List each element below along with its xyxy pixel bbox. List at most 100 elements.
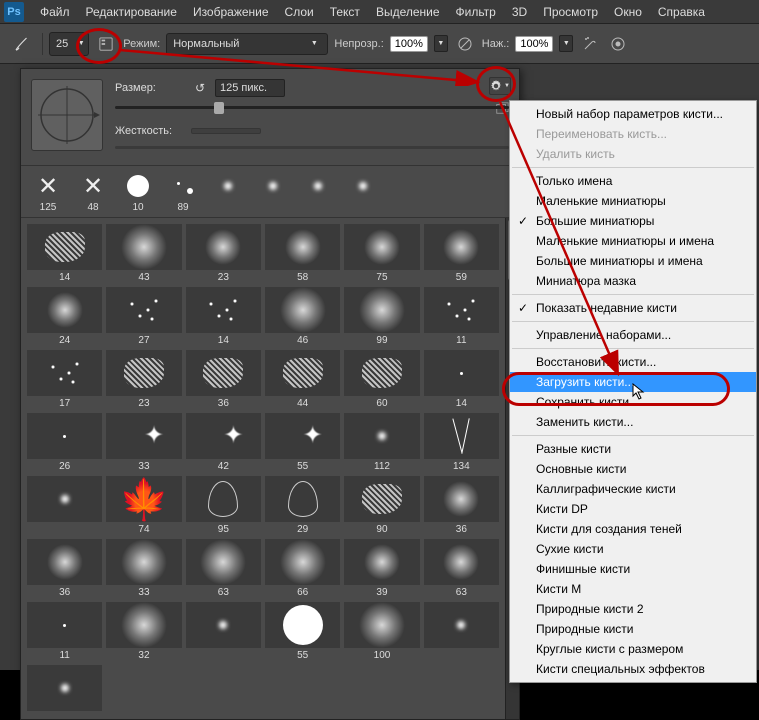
menu-item[interactable]: Восстановить кисти... bbox=[510, 352, 756, 372]
brush-preset[interactable] bbox=[297, 170, 339, 213]
menu-item[interactable]: Окно bbox=[606, 5, 650, 19]
brush-preset[interactable]: 23 bbox=[106, 350, 181, 409]
brush-preset[interactable]: 24 bbox=[27, 287, 102, 346]
menu-item[interactable]: Редактирование bbox=[78, 5, 185, 19]
menu-item[interactable]: Маленькие миниатюры bbox=[510, 191, 756, 211]
opacity-input[interactable]: 100% bbox=[390, 36, 428, 52]
brush-preset[interactable]: 39 bbox=[344, 539, 419, 598]
menu-item[interactable]: Просмотр bbox=[535, 5, 606, 19]
brush-preset[interactable]: 10 bbox=[117, 170, 159, 213]
brush-preset[interactable]: 95 bbox=[186, 476, 261, 535]
brush-preset[interactable]: 29 bbox=[265, 476, 340, 535]
pressure-opacity-icon[interactable] bbox=[454, 33, 476, 55]
menu-item[interactable]: Текст bbox=[322, 5, 368, 19]
brush-preset[interactable]: 99 bbox=[344, 287, 419, 346]
brush-preset[interactable] bbox=[424, 602, 499, 661]
brush-preset[interactable] bbox=[27, 665, 102, 713]
brush-preset[interactable]: 75 bbox=[344, 224, 419, 283]
brush-preset[interactable] bbox=[207, 170, 249, 213]
menu-item[interactable]: Слои bbox=[277, 5, 322, 19]
brush-preset[interactable]: 60 bbox=[344, 350, 419, 409]
brush-tip-preview[interactable] bbox=[31, 79, 103, 151]
menu-item[interactable]: Показать недавние кисти bbox=[510, 298, 756, 318]
brush-preset[interactable]: 14 bbox=[424, 350, 499, 409]
menu-item[interactable]: Кисти специальных эффектов bbox=[510, 659, 756, 679]
menu-item[interactable]: Природные кисти 2 bbox=[510, 599, 756, 619]
brush-preset[interactable]: 33 bbox=[106, 413, 181, 472]
brush-size-control[interactable]: 25 ▼ bbox=[49, 32, 89, 56]
flow-input[interactable]: 100% bbox=[515, 36, 553, 52]
menu-item[interactable]: Изображение bbox=[185, 5, 277, 19]
menu-item[interactable]: Финишные кисти bbox=[510, 559, 756, 579]
brush-preset[interactable] bbox=[186, 602, 261, 661]
chevron-down-icon[interactable]: ▼ bbox=[434, 35, 448, 52]
brush-preset[interactable]: 23 bbox=[186, 224, 261, 283]
brush-preset[interactable]: 11 bbox=[424, 287, 499, 346]
menu-item[interactable]: Круглые кисти с размером bbox=[510, 639, 756, 659]
brush-preset[interactable]: 58 bbox=[265, 224, 340, 283]
brush-preset[interactable]: 36 bbox=[186, 350, 261, 409]
menu-item[interactable]: Основные кисти bbox=[510, 459, 756, 479]
brush-preset[interactable]: 36 bbox=[424, 476, 499, 535]
brush-preset[interactable]: 134 bbox=[424, 413, 499, 472]
brush-preset[interactable]: ✕48 bbox=[72, 170, 114, 213]
brush-preset[interactable]: 59 bbox=[424, 224, 499, 283]
menu-item[interactable]: Разные кисти bbox=[510, 439, 756, 459]
reset-size-icon[interactable]: ↺ bbox=[191, 79, 209, 97]
brush-preset[interactable]: 100 bbox=[344, 602, 419, 661]
brush-tool-icon[interactable] bbox=[8, 30, 36, 58]
menu-item[interactable]: 3D bbox=[504, 5, 535, 19]
brush-preset[interactable]: 36 bbox=[27, 539, 102, 598]
menu-item[interactable]: Кисти DP bbox=[510, 499, 756, 519]
gear-icon[interactable]: ▼ bbox=[489, 77, 511, 95]
menu-item[interactable]: Сухие кисти bbox=[510, 539, 756, 559]
menu-item[interactable]: Кисти для создания теней bbox=[510, 519, 756, 539]
brush-preset[interactable]: 14 bbox=[186, 287, 261, 346]
brush-preset[interactable]: 63 bbox=[424, 539, 499, 598]
chevron-down-icon[interactable]: ▼ bbox=[559, 35, 573, 52]
menu-item[interactable]: Справка bbox=[650, 5, 713, 19]
airbrush-icon[interactable] bbox=[579, 33, 601, 55]
brush-preset[interactable]: ✕125 bbox=[27, 170, 69, 213]
pressure-size-icon[interactable] bbox=[607, 33, 629, 55]
brush-preset[interactable]: 44 bbox=[265, 350, 340, 409]
menu-item[interactable]: Только имена bbox=[510, 171, 756, 191]
brush-preset[interactable]: 17 bbox=[27, 350, 102, 409]
menu-item[interactable]: Фильтр bbox=[448, 5, 504, 19]
brush-preset[interactable] bbox=[342, 170, 384, 213]
brush-preset[interactable]: 14 bbox=[27, 224, 102, 283]
menu-item[interactable]: Большие миниатюры и имена bbox=[510, 251, 756, 271]
menu-item[interactable]: Природные кисти bbox=[510, 619, 756, 639]
menu-item[interactable]: Новый набор параметров кисти... bbox=[510, 104, 756, 124]
brush-preset[interactable]: 33 bbox=[106, 539, 181, 598]
brush-preset[interactable]: 46 bbox=[265, 287, 340, 346]
menu-item[interactable]: Большие миниатюры bbox=[510, 211, 756, 231]
brush-panel-toggle[interactable] bbox=[95, 33, 117, 55]
menu-item[interactable]: Файл bbox=[32, 5, 78, 19]
brush-preset[interactable] bbox=[252, 170, 294, 213]
brush-preset[interactable]: 43 bbox=[106, 224, 181, 283]
size-input[interactable]: 125 пикс. bbox=[215, 79, 285, 97]
size-slider[interactable] bbox=[115, 101, 509, 115]
hardness-input[interactable] bbox=[191, 128, 261, 134]
menu-item[interactable]: Кисти М bbox=[510, 579, 756, 599]
brush-preset[interactable]: 66 bbox=[265, 539, 340, 598]
menu-item[interactable]: Выделение bbox=[368, 5, 448, 19]
blend-mode-select[interactable]: Нормальный ▼ bbox=[166, 33, 328, 55]
brush-preset[interactable]: 26 bbox=[27, 413, 102, 472]
menu-item[interactable]: Управление наборами... bbox=[510, 325, 756, 345]
brush-preset[interactable] bbox=[27, 476, 102, 535]
brush-preset[interactable]: 32 bbox=[106, 602, 181, 661]
brush-preset[interactable]: 89 bbox=[162, 170, 204, 213]
brush-preset[interactable]: 27 bbox=[106, 287, 181, 346]
brush-preset[interactable]: 55 bbox=[265, 602, 340, 661]
menu-item[interactable]: Миниатюра мазка bbox=[510, 271, 756, 291]
menu-item[interactable]: Каллиграфические кисти bbox=[510, 479, 756, 499]
hardness-slider[interactable] bbox=[115, 141, 509, 155]
brush-preset[interactable]: 55 bbox=[265, 413, 340, 472]
brush-preset[interactable]: 42 bbox=[186, 413, 261, 472]
brush-preset[interactable]: 112 bbox=[344, 413, 419, 472]
menu-item[interactable]: Заменить кисти... bbox=[510, 412, 756, 432]
brush-preset[interactable]: 90 bbox=[344, 476, 419, 535]
menu-item[interactable]: Маленькие миниатюры и имена bbox=[510, 231, 756, 251]
